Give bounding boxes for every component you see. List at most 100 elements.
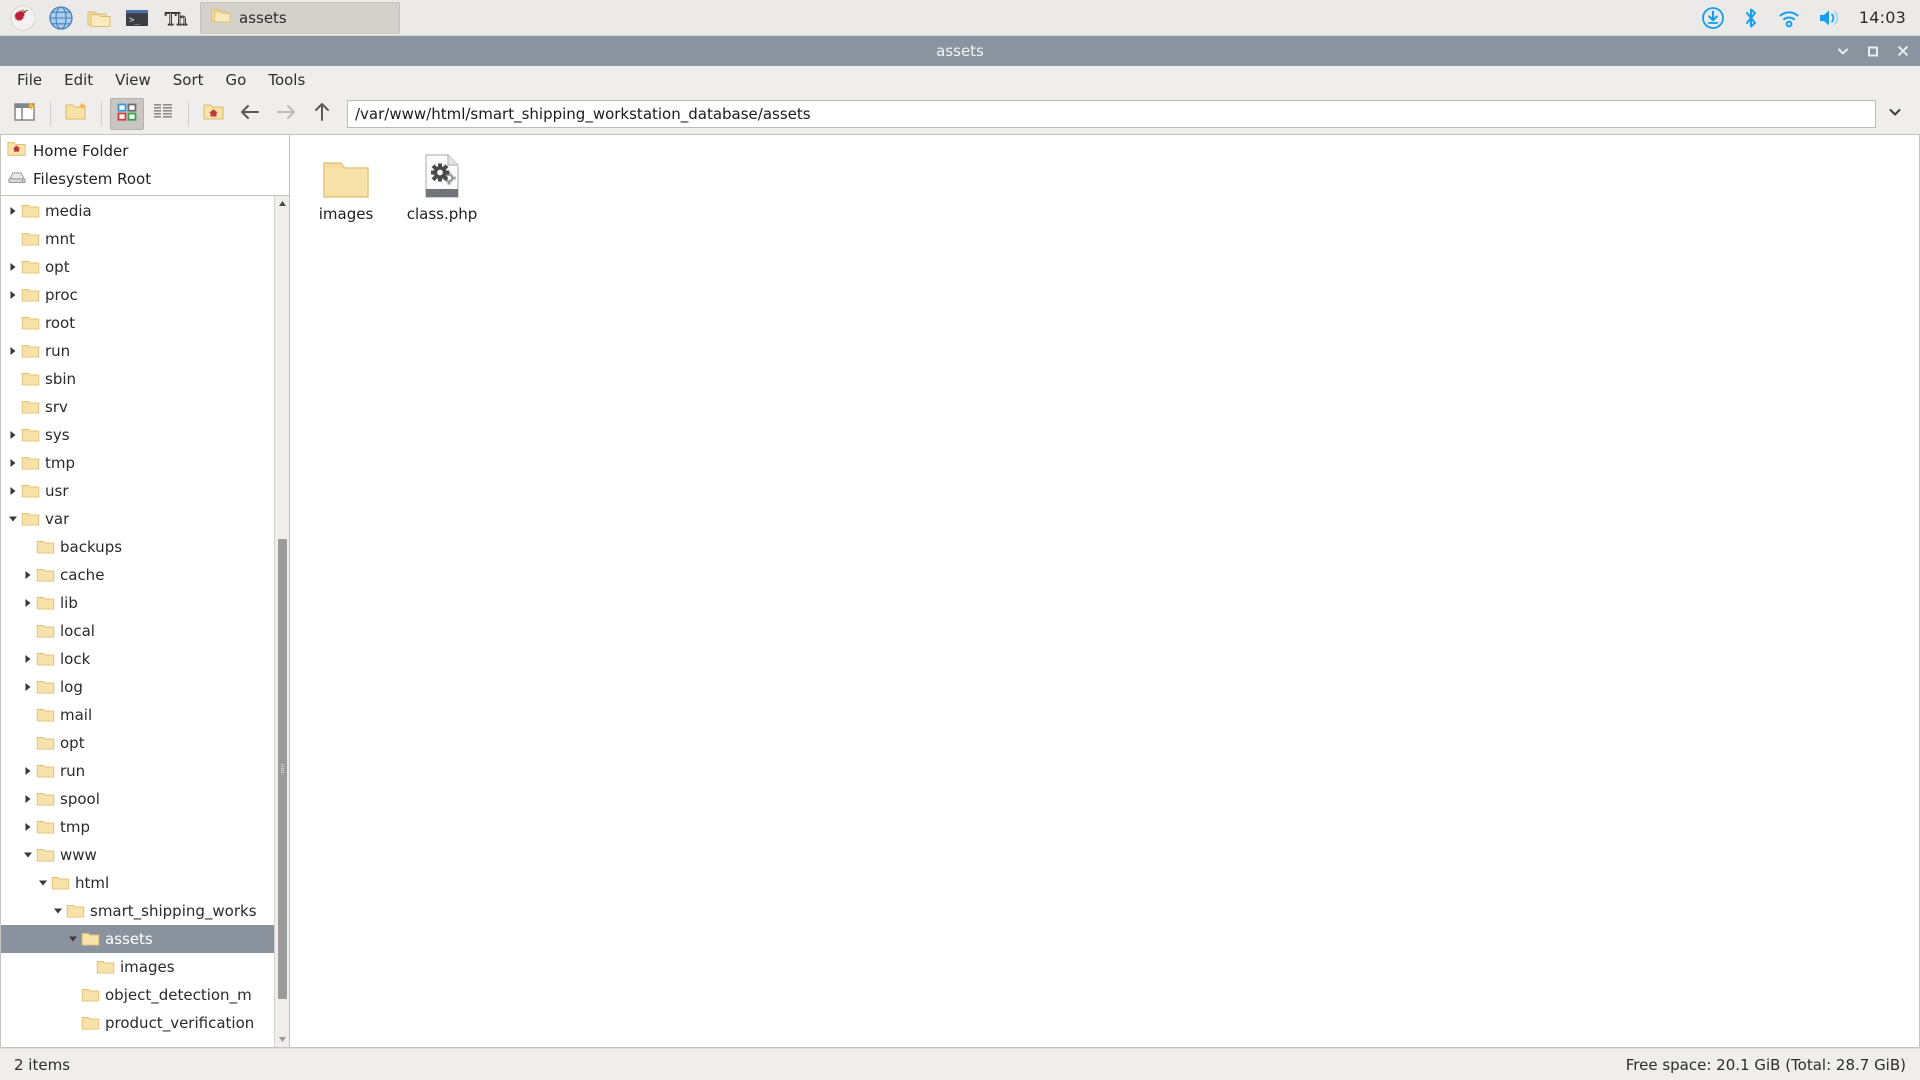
file-view[interactable]: images class.php [290,134,1920,1048]
chevron-right-icon[interactable] [5,197,21,225]
tree-item[interactable]: opt [1,253,274,281]
tree-item[interactable]: mnt [1,225,274,253]
chevron-down-icon[interactable] [5,505,21,533]
chevron-right-icon[interactable] [5,253,21,281]
tree-item[interactable]: run [1,337,274,365]
tree-item[interactable]: html [1,869,274,897]
sidebar-item-home-folder[interactable]: Home Folder [1,137,289,165]
raspberry-menu-icon[interactable] [4,2,42,34]
tree-item[interactable]: mail [1,701,274,729]
back-button[interactable] [233,98,267,130]
tree-item[interactable]: lock [1,645,274,673]
tree-item-label: object_detection_m [105,986,252,1004]
menu-sort[interactable]: Sort [162,68,215,92]
tree-item-label: backups [60,538,123,556]
software-update-icon[interactable] [1701,6,1725,30]
wifi-icon[interactable] [1777,6,1801,30]
scroll-up-icon[interactable] [275,196,290,211]
tree-item[interactable]: proc [1,281,274,309]
chevron-right-icon[interactable] [5,449,21,477]
maximize-button[interactable] [1866,44,1880,58]
tree-item-label: www [60,846,97,864]
tree-item[interactable]: object_detection_m [1,981,274,1009]
file-item[interactable]: class.php [394,145,490,227]
taskbar-window-button[interactable]: assets [200,1,400,34]
tree-item-selected[interactable]: assets [1,925,274,953]
chevron-right-icon[interactable] [5,337,21,365]
chevron-down-icon[interactable] [65,925,81,953]
chevron-right-icon[interactable] [20,757,36,785]
folder-icon [81,1015,100,1031]
tree-item[interactable]: local [1,617,274,645]
tree-item[interactable]: opt [1,729,274,757]
menu-file[interactable]: File [6,68,53,92]
chevron-down-icon[interactable] [50,897,66,925]
chevron-right-icon[interactable] [20,785,36,813]
tree-item[interactable]: run [1,757,274,785]
window-controls [1836,36,1910,66]
chevron-right-icon[interactable] [20,645,36,673]
chevron-right-icon[interactable] [20,561,36,589]
tree-item[interactable]: spool [1,785,274,813]
forward-button[interactable] [269,98,303,130]
file-item[interactable]: images [298,145,394,227]
tree-item[interactable]: sys [1,421,274,449]
tree-item[interactable]: log [1,673,274,701]
menu-tools[interactable]: Tools [257,68,316,92]
path-dropdown-button[interactable] [1878,98,1912,130]
tree-item[interactable]: backups [1,533,274,561]
tree-item[interactable]: usr [1,477,274,505]
tree-item-label: proc [45,286,78,304]
window-titlebar: assets [0,36,1920,66]
menu-go[interactable]: Go [215,68,258,92]
tree-item[interactable]: root [1,309,274,337]
new-folder-button[interactable] [59,98,93,130]
clock[interactable]: 14:03 [1859,8,1906,27]
terminal-icon[interactable]: >_ [118,2,156,34]
chevron-right-icon[interactable] [20,673,36,701]
chevron-down-icon[interactable] [35,869,51,897]
menu-view[interactable]: View [104,68,162,92]
home-folder-icon [7,140,27,162]
chevron-right-icon[interactable] [20,813,36,841]
tree-item[interactable]: images [1,953,274,981]
tree-item[interactable]: www [1,841,274,869]
tree-item[interactable]: tmp [1,813,274,841]
chevron-right-icon[interactable] [5,477,21,505]
chevron-down-icon[interactable] [20,841,36,869]
tree-item[interactable]: sbin [1,365,274,393]
minimize-button[interactable] [1836,44,1850,58]
file-manager-icon[interactable] [80,2,118,34]
close-button[interactable] [1896,44,1910,58]
scroll-down-icon[interactable] [275,1032,290,1047]
tree-item[interactable]: product_verification [1,1009,274,1037]
up-button[interactable] [305,98,339,130]
web-browser-icon[interactable] [42,2,80,34]
new-tab-button[interactable] [8,98,42,130]
tree-item[interactable]: media [1,197,274,225]
tree-item[interactable]: smart_shipping_works [1,897,274,925]
chevron-right-icon[interactable] [5,421,21,449]
tree-item[interactable]: tmp [1,449,274,477]
menu-edit[interactable]: Edit [53,68,104,92]
text-editor-icon[interactable]: Th [156,2,194,34]
scrollbar-thumb[interactable] [277,539,287,1000]
tree-item[interactable]: lib [1,589,274,617]
list-view-button[interactable] [146,98,180,130]
bluetooth-icon[interactable] [1741,6,1761,30]
volume-icon[interactable] [1817,6,1843,30]
tree-item[interactable]: srv [1,393,274,421]
sidebar-item-filesystem-root[interactable]: Filesystem Root [1,165,289,193]
home-button[interactable] [197,98,231,130]
chevron-right-icon[interactable] [5,281,21,309]
directory-tree[interactable]: media mnt opt proc root run sbin srv sys… [1,196,274,1047]
scrollbar-track[interactable] [275,211,290,1032]
tree-item[interactable]: cache [1,561,274,589]
path-input[interactable]: /var/www/html/smart_shipping_workstation… [347,100,1876,128]
icon-view-button[interactable] [110,98,144,130]
tree-scrollbar[interactable] [274,196,289,1047]
tree-item[interactable]: var [1,505,274,533]
chevron-right-icon[interactable] [20,589,36,617]
